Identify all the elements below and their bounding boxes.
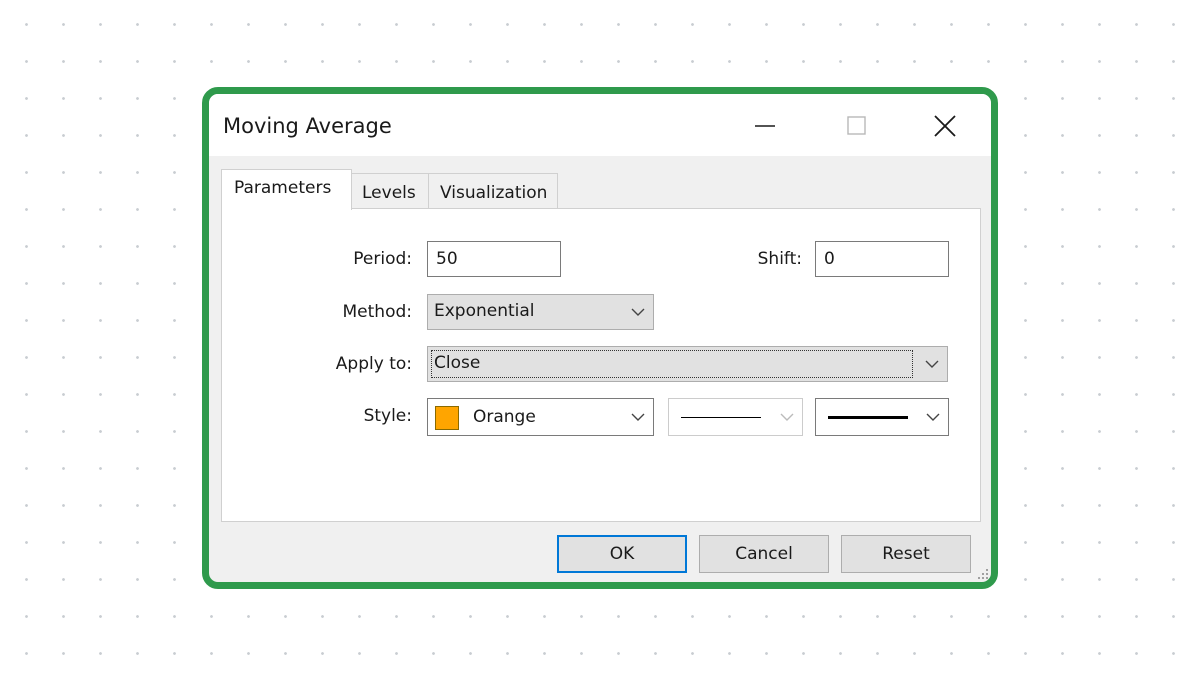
tab-levels[interactable]: Levels (351, 173, 429, 209)
period-input[interactable] (427, 241, 561, 277)
focus-indicator (431, 350, 913, 378)
ok-button[interactable]: OK (557, 535, 687, 573)
minimize-button[interactable] (735, 98, 795, 154)
style-label: Style: (363, 406, 412, 426)
chevron-down-icon (780, 413, 794, 421)
line-type-sample (681, 417, 761, 418)
apply-to-value: Close (434, 353, 481, 373)
chevron-down-icon (925, 360, 939, 368)
method-select[interactable]: Exponential (427, 294, 654, 330)
method-value: Exponential (434, 301, 535, 321)
period-label: Period: (353, 249, 412, 269)
cancel-button[interactable]: Cancel (699, 535, 829, 573)
title-bar: Moving Average (209, 94, 991, 156)
chevron-down-icon (631, 308, 645, 316)
reset-button[interactable]: Reset (841, 535, 971, 573)
maximize-button (827, 98, 887, 154)
close-button[interactable] (915, 98, 975, 154)
line-width-sample (828, 416, 908, 419)
method-label: Method: (342, 302, 413, 322)
close-icon (934, 115, 956, 137)
style-line-type-select[interactable] (668, 398, 803, 436)
dialog-window: Moving Average Parameters Levels Visuali… (202, 87, 998, 589)
resize-grip-icon[interactable] (976, 567, 990, 581)
maximize-icon (847, 116, 866, 135)
minimize-icon (755, 125, 775, 127)
shift-input[interactable] (815, 241, 949, 277)
style-color-value: Orange (473, 407, 536, 427)
tab-parameters[interactable]: Parameters (221, 169, 352, 210)
chevron-down-icon (926, 413, 940, 421)
window-title: Moving Average (223, 114, 392, 138)
apply-to-select[interactable]: Close (427, 346, 948, 382)
apply-to-label: Apply to: (335, 354, 412, 374)
style-color-select[interactable]: Orange (427, 398, 654, 436)
parameters-panel: Period: Shift: Method: Exponential Apply… (221, 208, 981, 522)
shift-label: Shift: (757, 249, 802, 269)
tab-visualization[interactable]: Visualization (428, 173, 558, 209)
chevron-down-icon (631, 413, 645, 421)
style-line-width-select[interactable] (815, 398, 949, 436)
color-swatch (435, 406, 459, 430)
